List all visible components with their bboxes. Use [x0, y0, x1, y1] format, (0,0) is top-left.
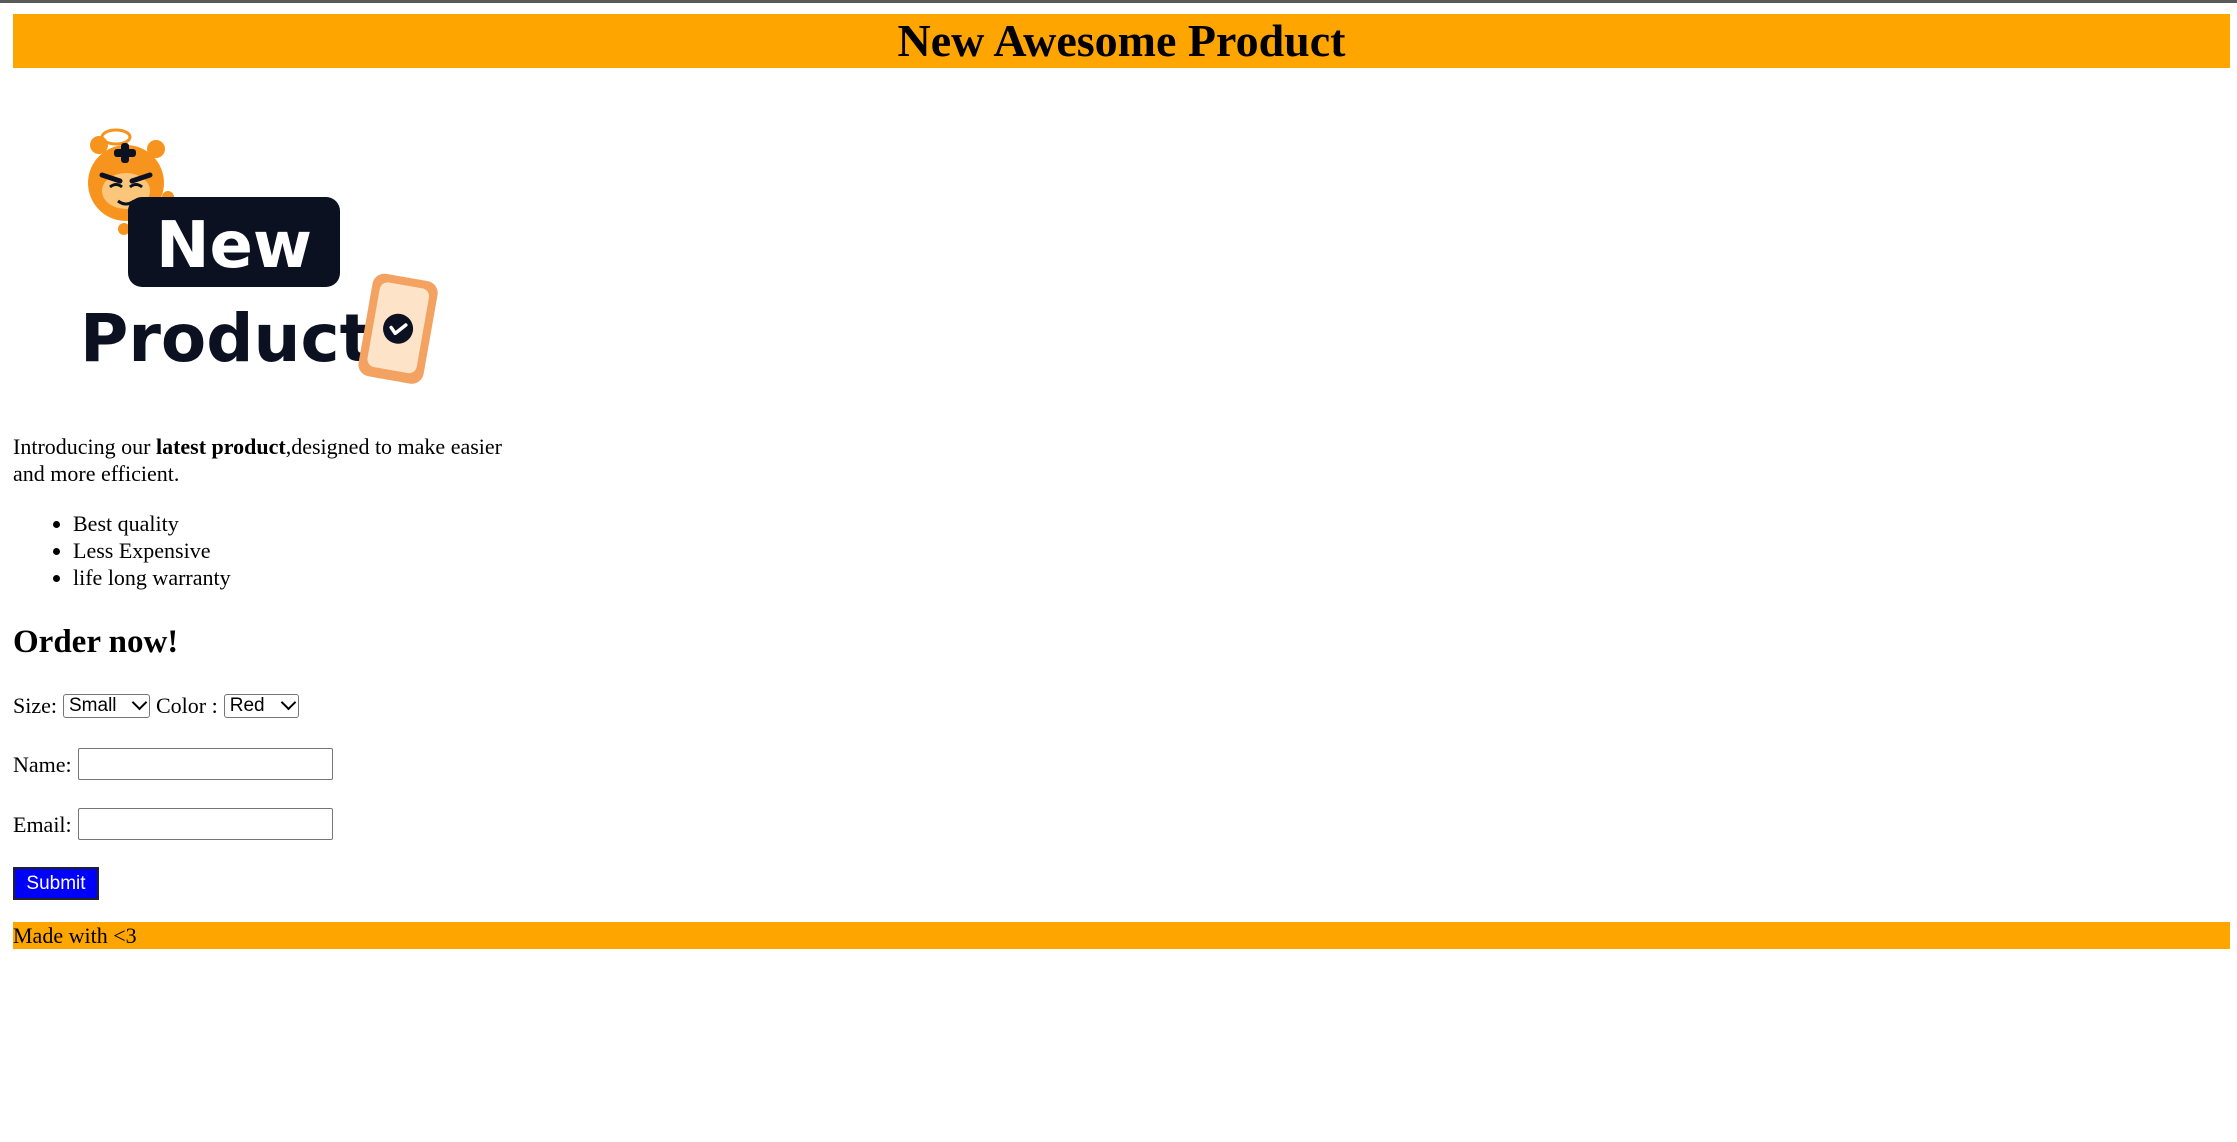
email-input[interactable]	[77, 808, 333, 840]
order-title: Order now!	[13, 624, 179, 660]
email-row: Email:	[13, 808, 2230, 840]
name-row: Name:	[13, 748, 2230, 780]
feature-item: Best quality	[73, 510, 2230, 537]
size-label: Size:	[13, 693, 57, 718]
page-footer: Made with <3	[13, 922, 2230, 949]
feature-list: Best quality Less Expensive life long wa…	[13, 510, 2230, 591]
phone-check-icon	[358, 273, 438, 384]
intro-text: Introducing our latest product,designed …	[13, 433, 503, 487]
color-label: Color :	[156, 693, 218, 718]
top-border	[0, 0, 2237, 3]
page: New Awesome Product New Product! Introdu…	[13, 14, 2230, 949]
email-label: Email:	[13, 811, 72, 837]
name-input[interactable]	[77, 748, 333, 780]
page-header: New Awesome Product	[13, 14, 2230, 68]
size-color-row: Size: Small Color : Red	[13, 692, 2230, 719]
page-title: New Awesome Product	[897, 15, 1346, 66]
chevron-down-icon	[280, 694, 297, 711]
color-select[interactable]: Red	[223, 693, 299, 718]
intro-prefix: Introducing our	[13, 434, 156, 459]
name-label: Name:	[13, 751, 72, 777]
submit-row: Submit	[13, 867, 2230, 900]
new-product-image: New Product!	[80, 128, 438, 384]
chevron-down-icon	[131, 694, 148, 711]
hero-label-new: New	[156, 209, 312, 283]
submit-button[interactable]: Submit	[13, 867, 99, 900]
intro-bold: latest product	[155, 434, 286, 459]
feature-item: Less Expensive	[73, 537, 2230, 564]
size-select[interactable]: Small	[63, 693, 150, 718]
size-select-value: Small	[69, 695, 117, 716]
feature-item: life long warranty	[73, 564, 2230, 591]
hero-label-product: Product!	[80, 300, 401, 377]
color-select-value: Red	[229, 695, 265, 716]
footer-text: Made with <3	[13, 923, 137, 948]
